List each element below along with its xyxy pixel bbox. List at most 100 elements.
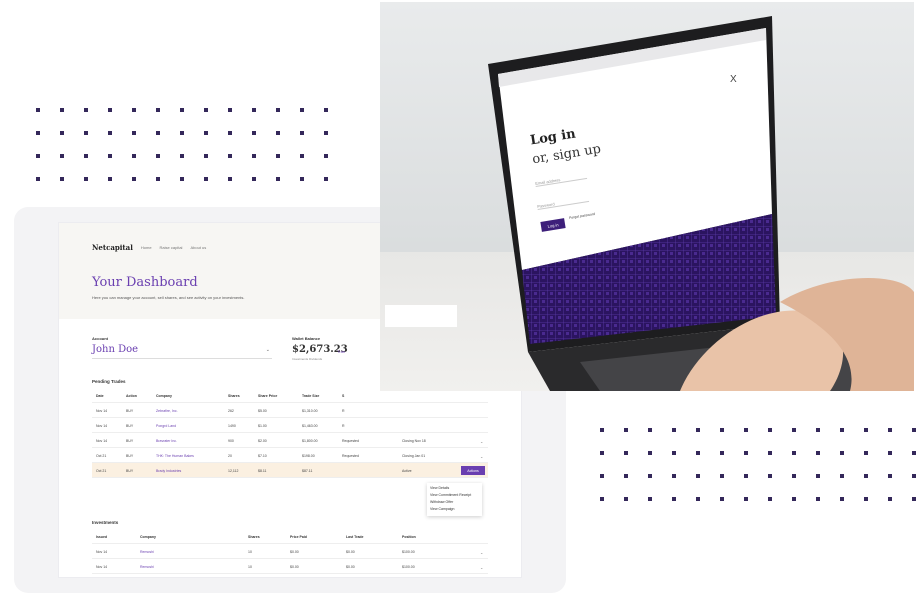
dot bbox=[300, 177, 304, 181]
col-date[interactable]: Date bbox=[96, 394, 104, 398]
dot bbox=[324, 108, 328, 112]
dot bbox=[132, 177, 136, 181]
table-row[interactable]: Nov 14 Remoshi 10 $0.00 $0.00 $100.00 ⌄ bbox=[92, 544, 488, 559]
cell-action: BUY bbox=[126, 454, 134, 458]
chevron-down-icon[interactable]: ⌄ bbox=[480, 550, 483, 555]
cell-company-link[interactable]: Remoshi bbox=[140, 565, 154, 569]
cell-date: Oct 21 bbox=[96, 454, 107, 458]
menu-item-commitment-receipt[interactable]: View Commitment Receipt bbox=[430, 492, 479, 499]
dot bbox=[156, 108, 160, 112]
col-issued[interactable]: Issued bbox=[96, 535, 107, 539]
cell-company-link[interactable]: Zebrafire, Inc. bbox=[156, 409, 178, 413]
investments-table-header: Issued Company Shares Price Paid Last Tr… bbox=[92, 529, 488, 544]
dot bbox=[276, 177, 280, 181]
dot bbox=[132, 131, 136, 135]
close-icon[interactable]: X bbox=[730, 74, 737, 85]
chevron-down-icon[interactable]: ⌄ bbox=[480, 439, 483, 444]
cell-price: $2.00 bbox=[258, 439, 267, 443]
cell-position: $100.00 bbox=[402, 565, 415, 569]
col-company: Company bbox=[156, 394, 172, 398]
dot bbox=[180, 177, 184, 181]
dot bbox=[180, 131, 184, 135]
dot bbox=[744, 474, 748, 478]
nav-home[interactable]: Home bbox=[141, 245, 152, 250]
cell-company-link[interactable]: Pongrd Land bbox=[156, 424, 176, 428]
dot bbox=[912, 497, 916, 501]
cell-company-link[interactable]: Bravrater Inc. bbox=[156, 439, 177, 443]
blank-label-patch bbox=[385, 305, 457, 327]
dot bbox=[672, 474, 676, 478]
dot bbox=[672, 428, 676, 432]
dot bbox=[912, 428, 916, 432]
dot bbox=[840, 451, 844, 455]
cell-date: Nov 14 bbox=[96, 424, 108, 428]
table-row[interactable]: Oct 21 BUY THK: The Human Bakes 20 $7.10… bbox=[92, 448, 488, 463]
page-subtitle: Here you can manage your account, sell s… bbox=[92, 295, 245, 300]
dot bbox=[156, 154, 160, 158]
dot bbox=[792, 474, 796, 478]
dot bbox=[156, 131, 160, 135]
cell-company-link[interactable]: Brady Industries bbox=[156, 469, 181, 473]
chevron-down-icon[interactable]: ⌄ bbox=[480, 454, 483, 459]
col-share-price: Share Price bbox=[258, 394, 278, 398]
nav-about[interactable]: About us bbox=[190, 245, 206, 250]
dot bbox=[60, 154, 64, 158]
dot bbox=[864, 497, 868, 501]
dot bbox=[228, 154, 232, 158]
dot bbox=[300, 131, 304, 135]
pending-trades-heading: Pending Trades bbox=[92, 379, 126, 384]
col-company: Company bbox=[140, 535, 156, 539]
col-shares: Shares bbox=[228, 394, 240, 398]
dot bbox=[600, 474, 604, 478]
menu-item-view-campaign[interactable]: View Campaign bbox=[430, 506, 479, 513]
dot bbox=[624, 451, 628, 455]
dot bbox=[60, 131, 64, 135]
table-row[interactable]: Nov 14 Remoshi 10 $0.00 $0.00 $100.00 ⌄ bbox=[92, 559, 488, 574]
dot bbox=[204, 131, 208, 135]
dot bbox=[792, 497, 796, 501]
chevron-down-icon[interactable]: ⌄ bbox=[480, 565, 483, 570]
wallet-transfer-link[interactable]: Tran bbox=[337, 349, 345, 354]
menu-item-view-details[interactable]: View Details bbox=[430, 485, 479, 492]
menu-item-withdraw-offer[interactable]: Withdraw Offer bbox=[430, 499, 479, 506]
col-position: Position bbox=[402, 535, 416, 539]
cell-shares: 10 bbox=[248, 565, 252, 569]
dot bbox=[324, 154, 328, 158]
dot bbox=[648, 474, 652, 478]
cell-last-trade: $0.00 bbox=[346, 550, 355, 554]
cell-price-paid: $0.00 bbox=[290, 550, 299, 554]
cell-company-link[interactable]: THK: The Human Bakes bbox=[156, 454, 194, 458]
brand-logo[interactable]: Netcapital bbox=[92, 243, 133, 252]
dot bbox=[600, 497, 604, 501]
cell-shares: 262 bbox=[228, 409, 234, 413]
dot bbox=[672, 497, 676, 501]
dot bbox=[864, 428, 868, 432]
account-name: John Doe bbox=[92, 344, 139, 355]
cell-size: $1,463.00 bbox=[302, 424, 318, 428]
dot bbox=[276, 108, 280, 112]
cell-issued: Nov 14 bbox=[96, 550, 108, 554]
dot bbox=[840, 428, 844, 432]
cell-shares: 12,112 bbox=[228, 469, 239, 473]
table-row[interactable]: Nov 14 BUY Bravrater Inc. 900 $2.00 $1,8… bbox=[92, 433, 488, 448]
dot bbox=[324, 177, 328, 181]
table-row-selected[interactable]: Oct 21 BUY Brady Industries 12,112 $8.11… bbox=[92, 463, 488, 478]
account-select[interactable]: John Doe ⌄ bbox=[92, 344, 272, 359]
wallet-label: Wallet Balance bbox=[292, 336, 321, 341]
cell-date: Nov 14 bbox=[96, 439, 108, 443]
cell-action: BUY bbox=[126, 439, 134, 443]
dot bbox=[768, 451, 772, 455]
col-price-paid: Price Paid bbox=[290, 535, 307, 539]
dot bbox=[600, 451, 604, 455]
nav-raise-capital[interactable]: Raise capital bbox=[160, 245, 183, 250]
dot bbox=[648, 428, 652, 432]
cell-price: $1.00 bbox=[258, 424, 267, 428]
cell-company-link[interactable]: Remoshi bbox=[140, 550, 154, 554]
table-row[interactable]: Nov 14 BUY Pongrd Land 1490 $1.00 $1,463… bbox=[92, 418, 488, 433]
account-label: Account bbox=[92, 336, 108, 341]
dot bbox=[888, 451, 892, 455]
actions-button[interactable]: Actions bbox=[461, 466, 485, 475]
table-row[interactable]: Nov 14 BUY Zebrafire, Inc. 262 $5.00 $1,… bbox=[92, 403, 488, 418]
dot bbox=[888, 428, 892, 432]
dot bbox=[912, 474, 916, 478]
